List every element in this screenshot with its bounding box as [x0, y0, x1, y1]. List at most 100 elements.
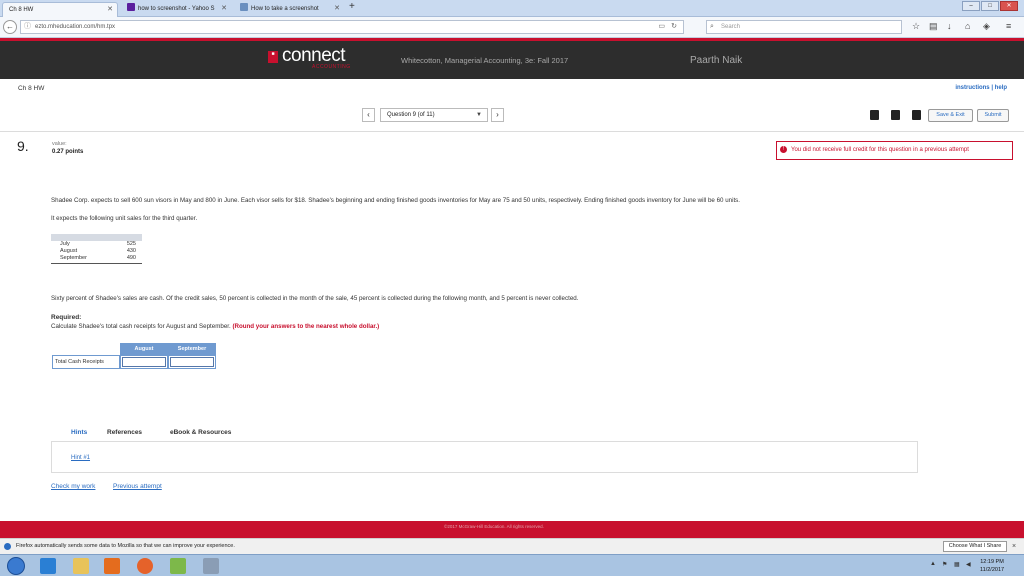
connect-header: ■ connect ACCOUNTING Whitecotton, Manage… [0, 38, 1024, 79]
submit-button[interactable]: Submit [977, 109, 1009, 122]
september-cash-receipts-input[interactable] [170, 357, 214, 367]
instructions-help-link[interactable]: instructions | help [955, 85, 1007, 91]
question-points: 0.27 points [52, 149, 84, 155]
file-explorer-icon[interactable] [73, 558, 89, 574]
table-row: July 525 [51, 241, 142, 248]
download-icon[interactable]: ↓ [947, 21, 952, 31]
table-bottom-rule [51, 263, 142, 264]
tab-references[interactable]: References [107, 429, 142, 436]
units-cell: 525 [126, 241, 136, 247]
search-bar[interactable]: ⌕ Search [706, 20, 902, 34]
table-row: August 430 [51, 248, 142, 255]
course-title: Whitecotton, Managerial Accounting, 3e: … [401, 56, 569, 65]
month-cell: July [60, 241, 70, 247]
chevron-down-icon: ▼ [476, 112, 482, 118]
divider [0, 131, 1024, 132]
required-instructions: Calculate Shadee's total cash receipts f… [51, 323, 379, 330]
bookmark-star-icon[interactable]: ☆ [912, 21, 920, 32]
navigation-bar: ← ⓘ ezto.mheducation.com/hm.tpx ▭ ↻ ⌕ Se… [0, 17, 1024, 38]
media-player-icon[interactable] [104, 558, 120, 574]
print-icon[interactable] [891, 110, 900, 120]
volume-icon[interactable]: ◀ [966, 561, 971, 568]
mcgraw-hill-logo-icon: ■ [268, 51, 278, 63]
value-label: value: [52, 141, 67, 147]
alert-text: You did not receive full credit for this… [791, 147, 969, 153]
start-button-icon[interactable] [7, 557, 25, 575]
close-tab-icon[interactable]: ✕ [221, 2, 227, 16]
firefox-notification-bar: Firefox automatically sends some data to… [0, 538, 1024, 554]
tab-hints[interactable]: Hints [71, 429, 87, 436]
previous-attempt-alert: ! You did not receive full credit for th… [776, 141, 1013, 160]
firefox-icon[interactable] [137, 558, 153, 574]
connect-logo-subtitle: ACCOUNTING [312, 64, 351, 70]
units-cell: 490 [126, 255, 136, 261]
home-icon[interactable]: ⌂ [965, 21, 970, 31]
tab-ch8-hw[interactable]: Ch 8 HW ✕ [2, 2, 118, 17]
close-tab-icon[interactable]: ✕ [107, 3, 113, 17]
library-icon[interactable]: ▤ [929, 21, 938, 32]
url-bar[interactable]: ⓘ ezto.mheducation.com/hm.tpx ▭ ↻ [20, 20, 684, 34]
clock-time: 12:19 PM [980, 559, 1004, 565]
tab-title: how to screenshot - Yahoo S [138, 6, 215, 12]
choose-what-i-share-button[interactable]: Choose What I Share [943, 541, 1007, 552]
save-icon[interactable] [912, 110, 921, 120]
app-icon[interactable] [170, 558, 186, 574]
column-header-august: August [120, 343, 168, 355]
check-my-work-link[interactable]: Check my work [51, 483, 95, 490]
reader-icon[interactable]: ▭ [658, 21, 665, 33]
table-row: September 490 [51, 255, 142, 262]
url-text: ezto.mheducation.com/hm.tpx [35, 24, 116, 30]
tab-how-to-screenshot[interactable]: How to take a screenshot ✕ [234, 2, 344, 17]
tab-title: Ch 8 HW [9, 7, 34, 13]
rounding-note: (Round your answers to the nearest whole… [232, 323, 380, 330]
search-icon: ⌕ [710, 23, 714, 30]
assignment-title: Ch 8 HW [18, 85, 45, 92]
hint-1-link[interactable]: Hint #1 [71, 455, 90, 461]
column-header-september: September [168, 343, 216, 355]
close-tab-icon[interactable]: ✕ [334, 2, 340, 16]
month-cell: August [60, 248, 78, 254]
internet-explorer-icon[interactable] [40, 558, 56, 574]
previous-attempt-link[interactable]: Previous attempt [113, 483, 162, 490]
minimize-icon[interactable]: – [962, 1, 980, 11]
close-window-icon[interactable]: ✕ [1000, 1, 1018, 11]
info-icon [4, 543, 11, 550]
prev-question-button[interactable]: ‹ [362, 108, 375, 122]
browser-tab-bar: Ch 8 HW ✕ how to screenshot - Yahoo S ✕ … [0, 0, 1024, 17]
back-icon[interactable]: ← [3, 20, 17, 34]
flag-icon[interactable]: ⚑ [942, 561, 947, 568]
question-select-label: Question 9 (of 11) [387, 112, 435, 118]
search-placeholder: Search [721, 24, 741, 30]
page-icon [240, 3, 248, 11]
alert-icon: ! [780, 146, 787, 153]
hints-panel [51, 441, 918, 473]
calculator-icon[interactable] [203, 558, 219, 574]
tray-expand-icon[interactable]: ▲ [930, 561, 936, 567]
question-select[interactable]: Question 9 (of 11) ▼ [380, 108, 488, 122]
reload-icon[interactable]: ↻ [671, 21, 677, 33]
question-paragraph: It expects the following unit sales for … [51, 215, 198, 222]
tab-title: How to take a screenshot [251, 6, 319, 12]
info-icon: ⓘ [24, 23, 31, 30]
tab-yahoo-search[interactable]: how to screenshot - Yahoo S ✕ [121, 2, 231, 17]
required-text: Calculate Shadee's total cash receipts f… [51, 323, 231, 330]
close-notification-icon[interactable]: × [1012, 539, 1016, 554]
save-exit-button[interactable]: Save & Exit [928, 109, 973, 122]
pocket-icon[interactable]: ◈ [983, 21, 990, 32]
expected-sales-table: July 525 August 430 September 490 [51, 234, 142, 264]
month-cell: September [60, 255, 87, 261]
row-label: Total Cash Receipts [52, 355, 120, 369]
notification-text: Firefox automatically sends some data to… [16, 543, 235, 549]
network-icon[interactable]: ▦ [954, 561, 960, 568]
required-label: Required: [51, 314, 82, 321]
next-question-button[interactable]: › [491, 108, 504, 122]
question-paragraph: Sixty percent of Shadee's sales are cash… [51, 295, 579, 302]
new-tab-icon[interactable]: + [349, 1, 355, 12]
maximize-icon[interactable]: □ [981, 1, 999, 11]
tab-ebook-resources[interactable]: eBook & Resources [170, 429, 231, 436]
question-paragraph: Shadee Corp. expects to sell 600 sun vis… [51, 197, 740, 204]
book-icon[interactable] [870, 110, 879, 120]
august-cash-receipts-input[interactable] [122, 357, 166, 367]
system-clock[interactable]: 12:19 PM 11/2/2017 [980, 558, 1004, 574]
menu-icon[interactable]: ≡ [1006, 21, 1011, 31]
